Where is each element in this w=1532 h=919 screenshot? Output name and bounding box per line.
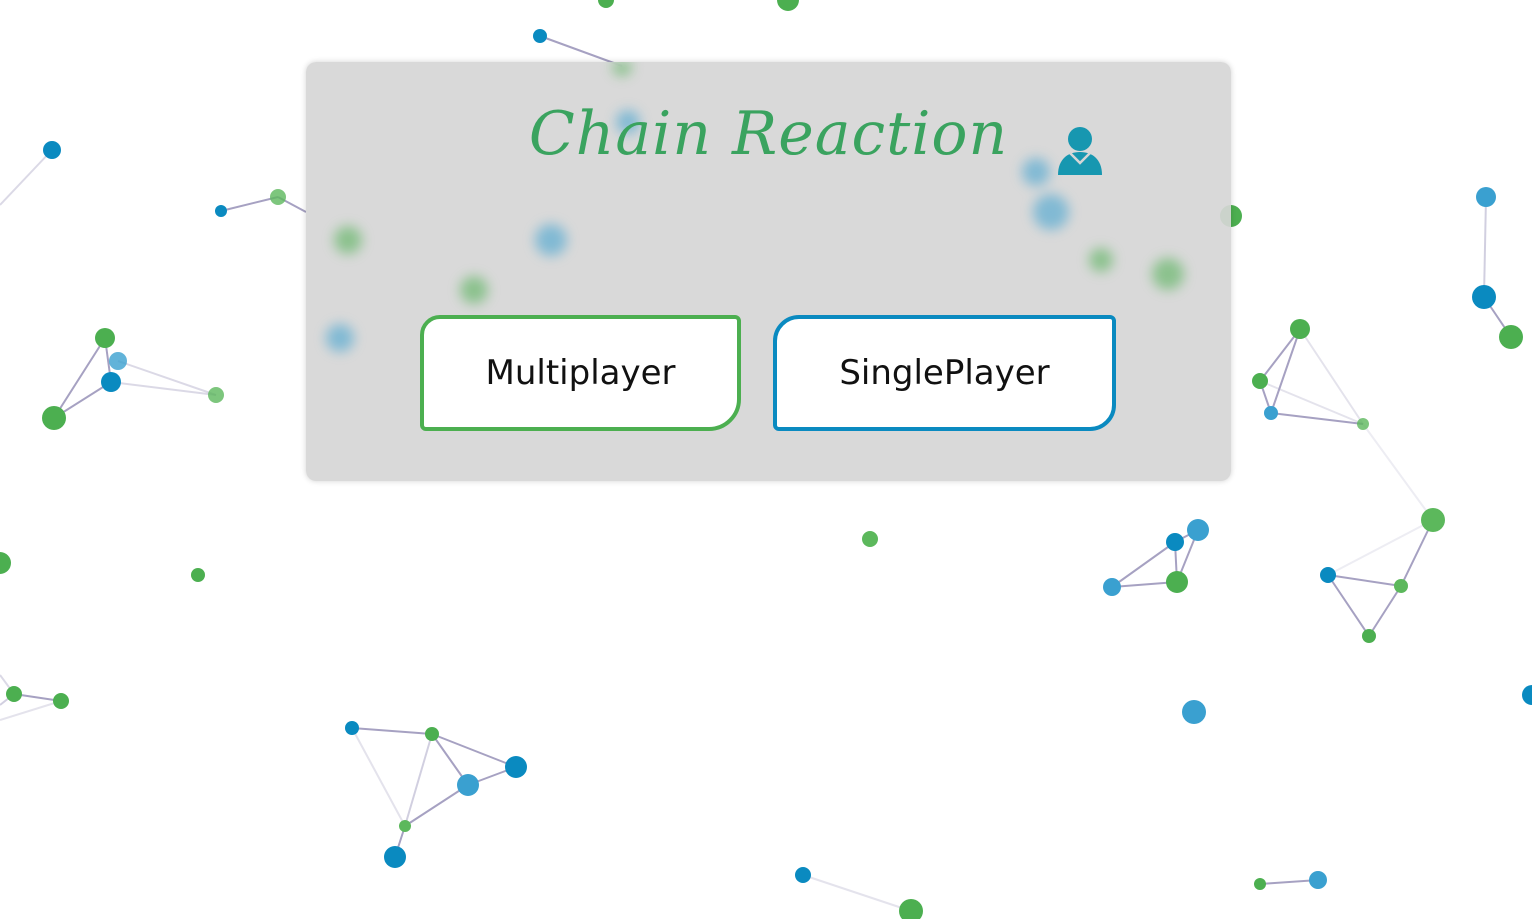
singleplayer-button-label: SinglePlayer bbox=[839, 353, 1050, 393]
multiplayer-button-label: Multiplayer bbox=[485, 353, 676, 393]
user-icon bbox=[1058, 127, 1102, 175]
main-menu-panel: Chain Reaction Multiplayer SinglePlayer bbox=[306, 62, 1231, 481]
profile-button[interactable] bbox=[1056, 125, 1104, 177]
singleplayer-button[interactable]: SinglePlayer bbox=[773, 315, 1116, 431]
multiplayer-button[interactable]: Multiplayer bbox=[420, 315, 741, 431]
